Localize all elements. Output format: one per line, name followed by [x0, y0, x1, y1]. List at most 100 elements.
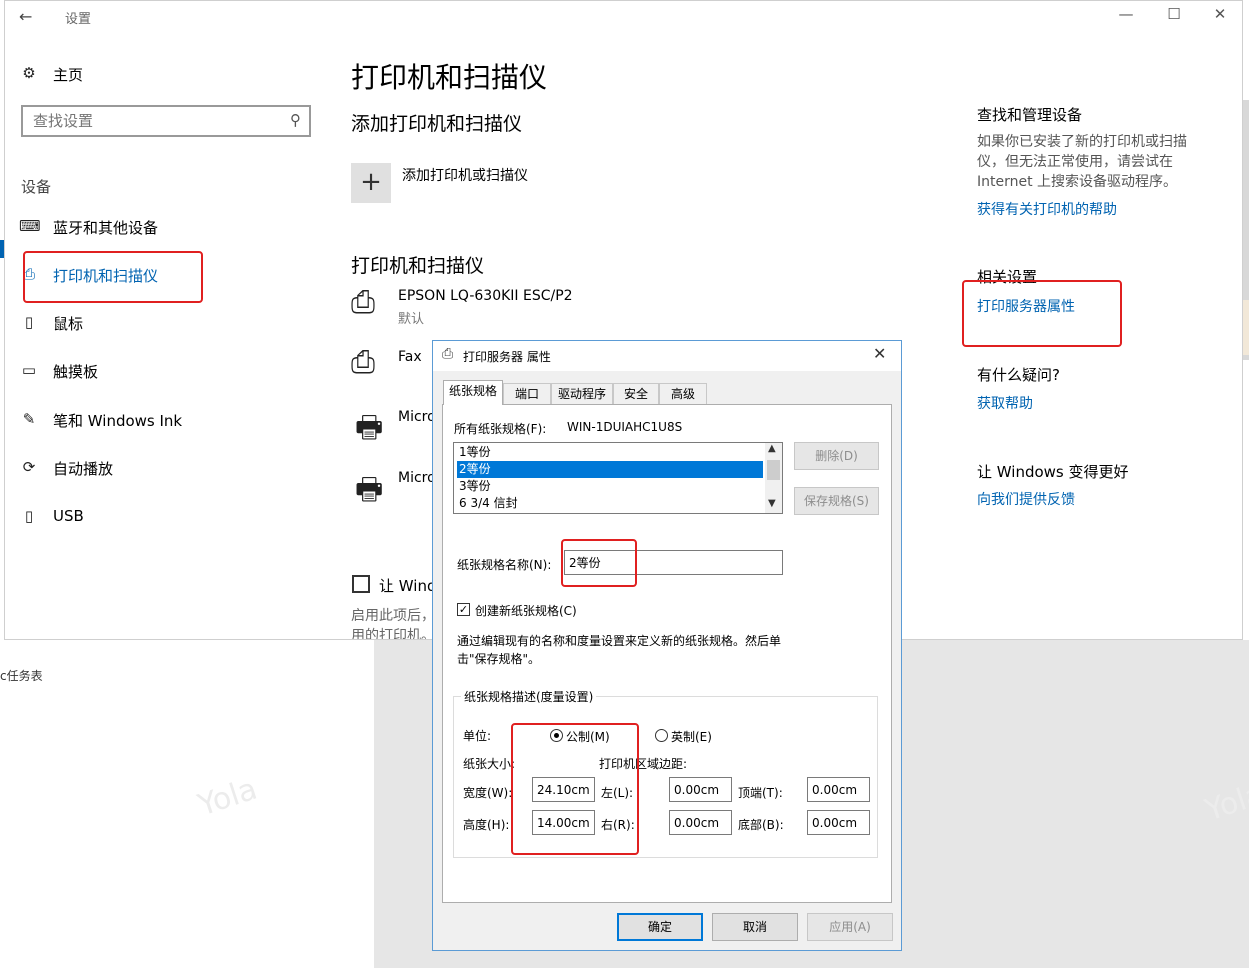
printer-name[interactable]: Fax: [398, 349, 422, 365]
dialog-close-button[interactable]: ✕: [873, 344, 886, 363]
bluetooth-devices-icon: ⌨: [19, 217, 41, 235]
sidebar-item-usb[interactable]: USB: [53, 507, 84, 525]
page-title: 打印机和扫描仪: [351, 61, 548, 94]
printer-name[interactable]: EPSON LQ-630KII ESC/P2: [398, 288, 573, 304]
ok-button[interactable]: 确定: [617, 913, 703, 941]
bottom-margin-input[interactable]: [807, 810, 870, 835]
form-name-label: 纸张规格名称(N):: [457, 558, 552, 572]
close-button[interactable]: ✕: [1205, 5, 1235, 23]
tab-advanced[interactable]: 高级: [659, 383, 707, 404]
question-title: 有什么疑问?: [977, 366, 1060, 384]
create-form-checkbox-label[interactable]: 创建新纸张规格(C): [475, 602, 577, 619]
tab-forms[interactable]: 纸张规格: [443, 380, 503, 405]
server-name: WIN-1DUIAHC1U8S: [567, 420, 683, 434]
find-devices-text: 仪，但无法正常使用，请尝试在: [977, 154, 1173, 170]
find-devices-title: 查找和管理设备: [977, 106, 1083, 124]
metric-radio[interactable]: [550, 729, 563, 742]
height-input[interactable]: [532, 810, 595, 835]
sidebar-home-link[interactable]: 主页: [53, 64, 83, 85]
delete-button[interactable]: 删除(D): [794, 442, 879, 470]
save-form-button[interactable]: 保存规格(S): [794, 487, 879, 515]
window-title: 设置: [65, 12, 92, 27]
printer-status: 默认: [398, 312, 425, 327]
sidebar-item-mouse[interactable]: 鼠标: [53, 313, 83, 334]
pen-icon: ✎: [22, 410, 36, 428]
left-margin-input[interactable]: [669, 777, 732, 802]
autoplay-icon: ⟳: [22, 458, 36, 476]
form-description-text: 击"保存规格"。: [457, 652, 541, 666]
mouse-icon: ▯: [24, 313, 34, 331]
sidebar-item-pen[interactable]: 笔和 Windows Ink: [53, 410, 182, 431]
sidebar-item-printers[interactable]: 打印机和扫描仪: [53, 265, 158, 286]
sidebar-section-label: 设备: [21, 178, 52, 196]
height-label: 高度(H):: [463, 818, 510, 832]
add-printer-label[interactable]: 添加打印机或扫描仪: [402, 165, 528, 185]
back-arrow-icon[interactable]: ←: [19, 7, 32, 26]
fax-icon: ⎙: [351, 345, 375, 380]
sidebar-item-touchpad[interactable]: 触摸板: [53, 361, 98, 382]
add-printer-button[interactable]: +: [351, 163, 391, 203]
form-name-input[interactable]: [564, 550, 783, 575]
list-item[interactable]: 3等份: [457, 478, 763, 495]
margins-label: 打印机区域边距:: [599, 757, 688, 771]
print-server-properties-link[interactable]: 打印服务器属性: [977, 296, 1075, 316]
bottom-margin-label: 底部(B):: [738, 818, 784, 832]
right-margin-input[interactable]: [669, 810, 732, 835]
sidebar-item-autoplay[interactable]: 自动播放: [53, 458, 113, 479]
list-item[interactable]: 6 3/4 信封: [457, 495, 763, 512]
background-window-edge-highlight: [1243, 300, 1249, 355]
width-input[interactable]: [532, 777, 595, 802]
printer-icon: ⎙: [22, 265, 35, 283]
default-printer-description: 用的打印机。: [351, 628, 435, 640]
tab-ports[interactable]: 端口: [503, 383, 551, 404]
list-scrollbar[interactable]: ▲ ▼: [765, 443, 782, 513]
print-server-properties-dialog: ⎙ 打印服务器 属性 ✕ 纸张规格 端口 驱动程序 安全 高级 所有纸张规格(F…: [432, 340, 902, 951]
metric-radio-label[interactable]: 公制(M): [566, 728, 610, 745]
printer-help-link[interactable]: 获得有关打印机的帮助: [977, 199, 1117, 219]
list-item-selected[interactable]: 2等份: [457, 461, 763, 478]
form-description-text: 通过编辑现有的名称和度量设置来定义新的纸张规格。然后单: [457, 634, 782, 648]
gear-icon[interactable]: ⚙: [19, 64, 39, 82]
scrollbar-thumb[interactable]: [767, 460, 780, 480]
english-radio-label[interactable]: 英制(E): [671, 728, 712, 745]
forms-list[interactable]: 1等份 2等份 3等份 6 3/4 信封 ▲ ▼: [453, 442, 783, 514]
default-printer-checkbox[interactable]: [352, 575, 370, 593]
units-label: 单位:: [463, 729, 492, 743]
search-box[interactable]: ⚲: [21, 105, 311, 137]
search-icon[interactable]: ⚲: [290, 111, 301, 129]
touchpad-icon: ▭: [21, 361, 37, 379]
create-form-checkbox[interactable]: ✓: [457, 603, 470, 616]
search-input[interactable]: [33, 112, 273, 130]
paper-size-label: 纸张大小:: [463, 757, 516, 771]
usb-icon: ▯: [24, 507, 34, 525]
all-forms-label: 所有纸张规格(F):: [454, 422, 547, 436]
default-printer-checkbox-label[interactable]: 让 Wind: [379, 575, 436, 596]
document-printer-icon: 🖶: [355, 472, 384, 507]
cancel-button[interactable]: 取消: [712, 913, 798, 941]
list-item[interactable]: 1等份: [457, 444, 763, 461]
printer-name[interactable]: Micro: [398, 409, 436, 425]
measurements-group-title: 纸张规格描述(度量设置): [461, 688, 597, 705]
sidebar-item-bluetooth[interactable]: 蓝牙和其他设备: [53, 217, 158, 238]
radio-selected-dot: [554, 733, 559, 738]
printer-name[interactable]: Micro: [398, 470, 436, 486]
printer-icon: ⎙: [442, 346, 454, 362]
tab-drivers[interactable]: 驱动程序: [551, 383, 613, 404]
maximize-button[interactable]: ☐: [1159, 5, 1189, 23]
chevron-up-icon[interactable]: ▲: [768, 443, 776, 454]
top-margin-input[interactable]: [807, 777, 870, 802]
improve-windows-title: 让 Windows 变得更好: [977, 463, 1129, 481]
find-devices-text: Internet 上搜索设备驱动程序。: [977, 174, 1178, 190]
selection-indicator: [0, 240, 4, 258]
minimize-button[interactable]: —: [1111, 5, 1141, 23]
width-label: 宽度(W):: [463, 786, 513, 800]
get-help-link[interactable]: 获取帮助: [977, 393, 1033, 413]
english-radio[interactable]: [655, 729, 668, 742]
find-devices-text: 如果你已安装了新的打印机或扫描: [977, 134, 1187, 150]
tab-security[interactable]: 安全: [613, 383, 659, 404]
add-section-title: 添加打印机和扫描仪: [351, 113, 523, 135]
feedback-link[interactable]: 向我们提供反馈: [977, 489, 1075, 509]
apply-button[interactable]: 应用(A): [807, 913, 893, 941]
chevron-down-icon[interactable]: ▼: [768, 498, 776, 509]
taskbar-fragment-text: c任务表: [0, 669, 43, 683]
